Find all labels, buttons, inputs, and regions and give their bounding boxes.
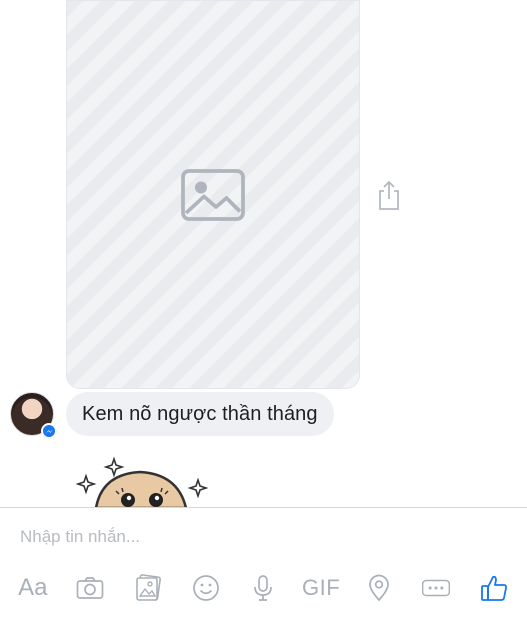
- text-format-label: Aa: [18, 574, 48, 601]
- message-thread: Kem nõ ngược thần tháng: [0, 0, 527, 508]
- incoming-message-bubble[interactable]: Kem nõ ngược thần tháng: [66, 392, 334, 436]
- message-text: Kem nõ ngược thần tháng: [82, 402, 318, 425]
- like-button[interactable]: [474, 568, 514, 608]
- camera-icon: [77, 577, 104, 599]
- gif-button[interactable]: GIF: [301, 568, 341, 608]
- emoji-button[interactable]: [186, 568, 226, 608]
- microphone-icon: [254, 575, 273, 601]
- image-icon: [181, 168, 245, 221]
- composer-toolbar: Aa GIF: [0, 566, 527, 610]
- thumbs-up-icon: [481, 575, 508, 601]
- emoji-icon: [192, 575, 219, 601]
- messenger-badge-icon: [41, 423, 57, 439]
- location-icon: [368, 574, 389, 602]
- photo-message[interactable]: [66, 0, 360, 389]
- camera-button[interactable]: [70, 568, 110, 608]
- gallery-icon: [136, 574, 162, 601]
- messenger-chat-screen: Kem nõ ngược thần tháng Aa: [0, 0, 527, 620]
- location-button[interactable]: [359, 568, 399, 608]
- more-button[interactable]: [416, 568, 456, 608]
- more-icon: [422, 579, 451, 597]
- gif-label: GIF: [302, 575, 341, 600]
- sticker[interactable]: [74, 456, 214, 508]
- share-icon[interactable]: [375, 179, 403, 211]
- message-input[interactable]: [20, 522, 500, 552]
- microphone-button[interactable]: [243, 568, 283, 608]
- text-format-button[interactable]: Aa: [13, 568, 53, 608]
- gallery-button[interactable]: [128, 568, 168, 608]
- image-placeholder: [67, 1, 359, 388]
- composer-divider: [0, 507, 527, 508]
